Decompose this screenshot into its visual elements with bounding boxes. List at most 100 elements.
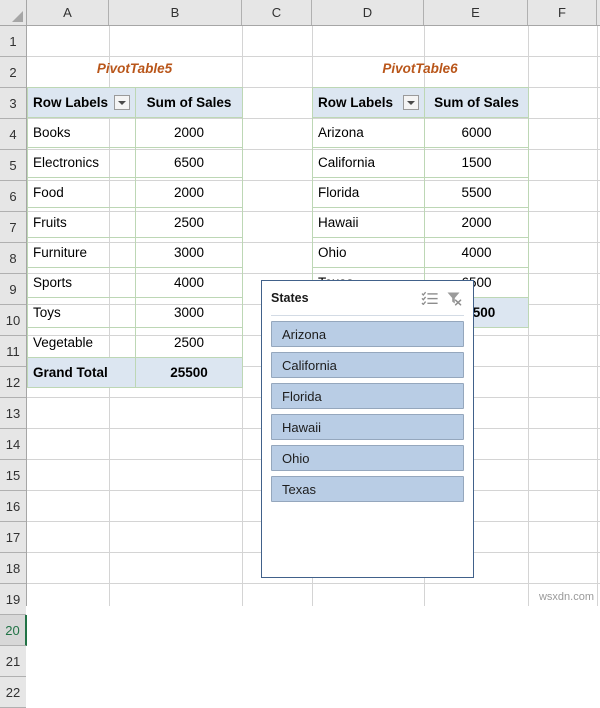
row-label-cell: Fruits bbox=[27, 207, 136, 238]
row-value-cell: 2500 bbox=[135, 207, 243, 238]
table-row: California 1500 bbox=[312, 147, 529, 178]
row-label-cell: Books bbox=[27, 117, 136, 148]
column-header-a[interactable]: A bbox=[27, 0, 109, 25]
grand-total-label: Grand Total bbox=[27, 357, 136, 388]
grid-line-horizontal bbox=[27, 56, 600, 57]
clear-filter-icon[interactable] bbox=[445, 290, 464, 307]
table-row: Florida 5500 bbox=[312, 177, 529, 208]
row-label-cell: California bbox=[312, 147, 425, 178]
row-header-4[interactable]: 4 bbox=[0, 119, 26, 150]
column-header-c[interactable]: C bbox=[242, 0, 312, 25]
table-row: Sports 4000 bbox=[27, 267, 243, 298]
spreadsheet-grid: PivotTable5 Row Labels Sum of Sales Book… bbox=[0, 0, 600, 708]
row-header-20[interactable]: 20 bbox=[0, 615, 27, 646]
slicer-item-arizona[interactable]: Arizona bbox=[271, 321, 464, 347]
slicer-divider bbox=[271, 315, 464, 316]
row-header-12[interactable]: 12 bbox=[0, 367, 26, 398]
row-value-cell: 2000 bbox=[135, 177, 243, 208]
row-header-11[interactable]: 11 bbox=[0, 336, 26, 367]
multi-select-icon[interactable] bbox=[420, 290, 439, 307]
column-header-strip: ABCDEF bbox=[0, 0, 600, 26]
row-header-21[interactable]: 21 bbox=[0, 646, 26, 677]
row-label-cell: Food bbox=[27, 177, 136, 208]
row-header-10[interactable]: 10 bbox=[0, 305, 26, 336]
slicer-item-ohio[interactable]: Ohio bbox=[271, 445, 464, 471]
row-header-strip: 1 2 3 4 5 6 7 8 9 10 11 12 13 14 15 16 17 18 19 20 21 22 bbox=[0, 26, 27, 708]
row-label-cell: Toys bbox=[27, 297, 136, 328]
column-header-row-labels[interactable]: Row Labels bbox=[312, 87, 425, 118]
slicer-title: States bbox=[271, 291, 309, 305]
slicer-item-hawaii[interactable]: Hawaii bbox=[271, 414, 464, 440]
row-label-cell: Arizona bbox=[312, 117, 425, 148]
row-header-14[interactable]: 14 bbox=[0, 429, 26, 460]
slicer-item-florida[interactable]: Florida bbox=[271, 383, 464, 409]
column-header-sum-of-sales: Sum of Sales bbox=[424, 87, 529, 118]
row-header-7[interactable]: 7 bbox=[0, 212, 26, 243]
row-value-cell: 3000 bbox=[135, 297, 243, 328]
row-value-cell: 6500 bbox=[135, 147, 243, 178]
grid-line-horizontal bbox=[27, 583, 600, 584]
slicer-item-list: Arizona California Florida Hawaii Ohio T… bbox=[271, 321, 464, 507]
column-header-label: Row Labels bbox=[33, 95, 109, 110]
row-label-cell: Sports bbox=[27, 267, 136, 298]
row-header-16[interactable]: 16 bbox=[0, 491, 26, 522]
row-label-cell: Florida bbox=[312, 177, 425, 208]
row-label-cell: Furniture bbox=[27, 237, 136, 268]
row-header-19[interactable]: 19 bbox=[0, 584, 26, 615]
chevron-down-icon[interactable] bbox=[114, 95, 130, 110]
chevron-down-icon[interactable] bbox=[403, 95, 419, 110]
table-row: Electronics 6500 bbox=[27, 147, 243, 178]
column-header-d[interactable]: D bbox=[312, 0, 424, 25]
column-header-f[interactable]: F bbox=[528, 0, 597, 25]
row-value-cell: 2000 bbox=[424, 207, 529, 238]
row-header-9[interactable]: 9 bbox=[0, 274, 26, 305]
column-header-row-labels[interactable]: Row Labels bbox=[27, 87, 136, 118]
row-value-cell: 6000 bbox=[424, 117, 529, 148]
grid-line-vertical bbox=[597, 26, 598, 606]
column-header-e[interactable]: E bbox=[424, 0, 528, 25]
table-row: Ohio 4000 bbox=[312, 237, 529, 268]
select-all-triangle[interactable] bbox=[0, 0, 27, 25]
row-header-15[interactable]: 15 bbox=[0, 460, 26, 491]
table-header-row: Row Labels Sum of Sales bbox=[312, 87, 529, 118]
table-row: Vegetable 2500 bbox=[27, 327, 243, 358]
table-row: Arizona 6000 bbox=[312, 117, 529, 148]
slicer-item-california[interactable]: California bbox=[271, 352, 464, 378]
table-row: Food 2000 bbox=[27, 177, 243, 208]
row-header-3[interactable]: 3 bbox=[0, 88, 26, 119]
row-label-cell: Electronics bbox=[27, 147, 136, 178]
table-row: Books 2000 bbox=[27, 117, 243, 148]
table-row: Furniture 3000 bbox=[27, 237, 243, 268]
row-label-cell: Hawaii bbox=[312, 207, 425, 238]
row-header-22[interactable]: 22 bbox=[0, 677, 26, 708]
row-value-cell: 3000 bbox=[135, 237, 243, 268]
row-header-18[interactable]: 18 bbox=[0, 553, 26, 584]
slicer-header: States bbox=[262, 281, 473, 315]
column-header-label: Row Labels bbox=[318, 95, 394, 110]
row-value-cell: 1500 bbox=[424, 147, 529, 178]
row-value-cell: 2500 bbox=[135, 327, 243, 358]
watermark: wsxdn.com bbox=[538, 591, 594, 603]
slicer-states[interactable]: States Arizona California Florida Hawaii… bbox=[261, 280, 474, 578]
row-header-8[interactable]: 8 bbox=[0, 243, 26, 274]
row-header-6[interactable]: 6 bbox=[0, 181, 26, 212]
row-header-5[interactable]: 5 bbox=[0, 150, 26, 181]
row-header-13[interactable]: 13 bbox=[0, 398, 26, 429]
row-label-cell: Ohio bbox=[312, 237, 425, 268]
pivot-table-left-title: PivotTable5 bbox=[96, 61, 173, 76]
row-header-2[interactable]: 2 bbox=[0, 57, 26, 88]
column-header-b[interactable]: B bbox=[109, 0, 242, 25]
pivot-table-left: Row Labels Sum of Sales Books 2000 Elect… bbox=[27, 87, 243, 388]
row-header-17[interactable]: 17 bbox=[0, 522, 26, 553]
row-value-cell: 2000 bbox=[135, 117, 243, 148]
table-row: Hawaii 2000 bbox=[312, 207, 529, 238]
row-value-cell: 4000 bbox=[424, 237, 529, 268]
grand-total-row: Grand Total 25500 bbox=[27, 357, 243, 388]
table-row: Fruits 2500 bbox=[27, 207, 243, 238]
slicer-item-texas[interactable]: Texas bbox=[271, 476, 464, 502]
row-value-cell: 4000 bbox=[135, 267, 243, 298]
row-header-1[interactable]: 1 bbox=[0, 26, 26, 57]
row-value-cell: 5500 bbox=[424, 177, 529, 208]
table-header-row: Row Labels Sum of Sales bbox=[27, 87, 243, 118]
pivot-table-right-title: PivotTable6 bbox=[382, 61, 458, 76]
